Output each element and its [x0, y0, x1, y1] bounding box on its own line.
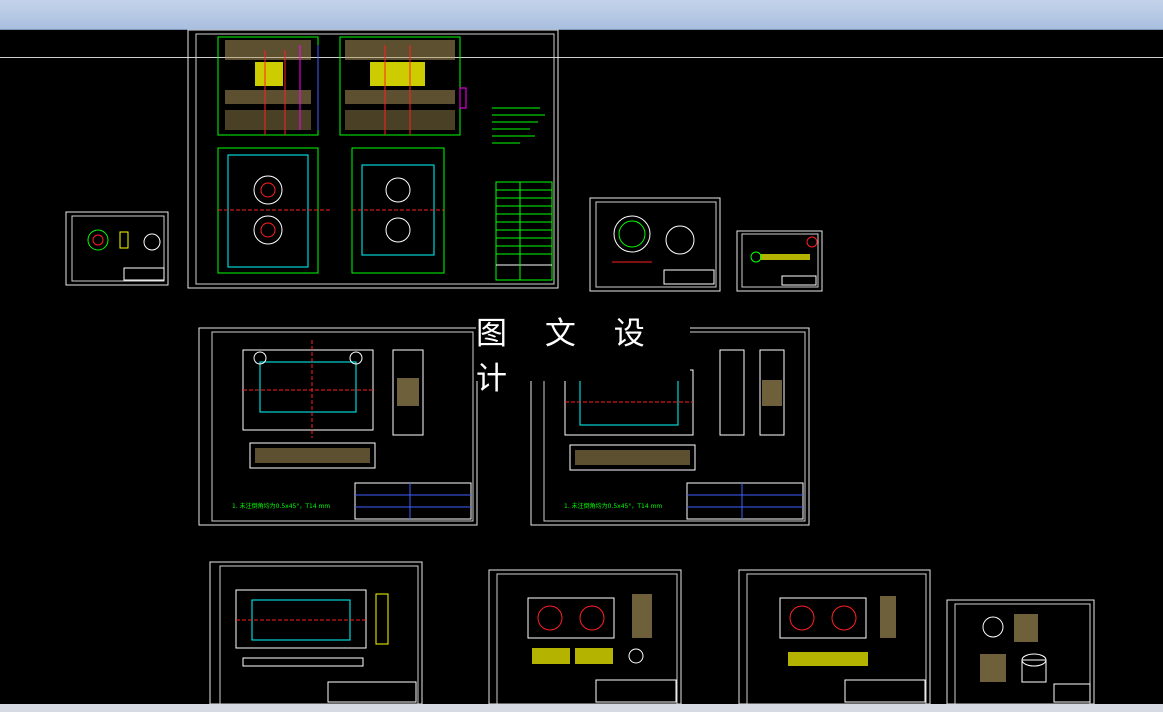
assembly-drawing[interactable] — [187, 29, 559, 289]
ring-part-drawing[interactable] — [589, 197, 721, 292]
plate-drawing-1[interactable] — [198, 327, 478, 526]
status-bar — [0, 704, 1163, 712]
small-part-drawing[interactable] — [65, 211, 169, 286]
plate-drawing-4[interactable] — [488, 569, 682, 705]
pin-part-drawing[interactable] — [736, 230, 823, 292]
plate1-note: 1. 未注倒角均为0.5x45°，T14 mm — [232, 503, 331, 510]
plate2-note: 1. 未注倒角均为0.5x45°，T14 mm — [564, 503, 663, 510]
watermark-overlay: 图 文 设 计 — [476, 316, 690, 397]
plate-drawing-5[interactable] — [738, 569, 931, 705]
plate-drawing-3[interactable] — [209, 561, 423, 705]
insert-drawing[interactable] — [946, 599, 1095, 705]
